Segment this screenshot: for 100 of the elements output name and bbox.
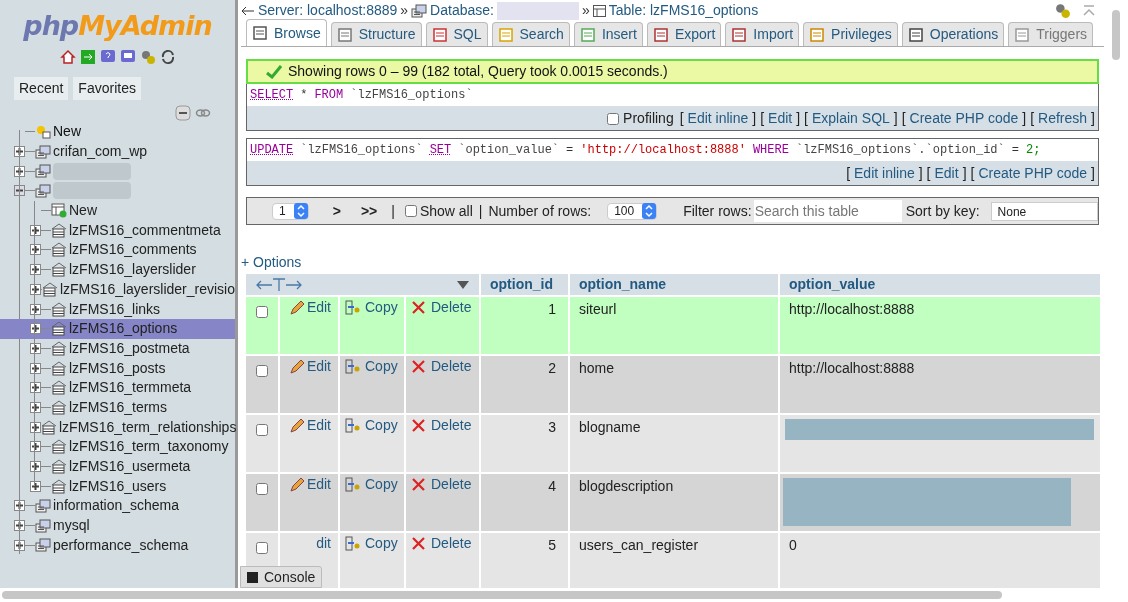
tree-item[interactable]: lzFMS16_term_relationships: [59, 416, 237, 438]
row-checkbox[interactable]: [256, 424, 268, 436]
expand-icon[interactable]: [30, 342, 41, 354]
tree-item[interactable]: lzFMS16_termmeta: [69, 377, 192, 399]
tree-item-highlight[interactable]: lzFMS16_options: [0, 318, 235, 339]
table-cell: blogdescription: [569, 473, 779, 532]
server-link[interactable]: Server: localhost:8889: [258, 0, 398, 21]
query-link[interactable]: Edit: [768, 108, 793, 129]
tree-item[interactable]: lzFMS16_options: [69, 318, 178, 340]
sql-token: `option_value`: [458, 142, 560, 159]
tab[interactable]: Structure: [330, 22, 422, 46]
row-checkbox[interactable]: [256, 365, 268, 377]
sql-keyword-link[interactable]: SELECT: [250, 86, 294, 104]
expand-icon[interactable]: [30, 382, 41, 394]
sidebar-tab[interactable]: Recent: [14, 77, 69, 100]
tab[interactable]: Browse: [246, 19, 327, 46]
expand-icon[interactable]: [14, 146, 25, 158]
expand-icon[interactable]: [30, 461, 41, 473]
reload-icon[interactable]: [159, 49, 176, 65]
sql-keyword-link[interactable]: SET: [429, 141, 452, 159]
tree-item[interactable]: lzFMS16_postmeta: [69, 337, 190, 359]
collapse-all-icon[interactable]: [175, 105, 191, 121]
collapse-icon[interactable]: [14, 185, 25, 197]
tree-item[interactable]: lzFMS16_terms: [69, 396, 168, 418]
expand-icon[interactable]: [14, 500, 25, 512]
tree-item[interactable]: lzFMS16_commentmeta: [69, 219, 221, 241]
tab[interactable]: Import: [725, 22, 800, 46]
expand-icon[interactable]: [30, 441, 41, 453]
tree-item[interactable]: lzFMS16_layerslider_revisio: [59, 278, 235, 300]
expand-icon[interactable]: [14, 165, 25, 177]
tree-item[interactable]: lzFMS16_posts: [69, 357, 166, 379]
tree-item[interactable]: lzFMS16_users: [69, 475, 167, 497]
expand-icon[interactable]: [30, 401, 41, 413]
next-page-button[interactable]: >: [332, 200, 341, 222]
query-link[interactable]: Create PHP code: [909, 108, 1019, 129]
tab[interactable]: Search: [491, 22, 570, 46]
expand-icon[interactable]: [30, 362, 41, 374]
query-link[interactable]: Create PHP code: [978, 163, 1088, 184]
resize-arrows-icon[interactable]: [256, 277, 302, 292]
options-link[interactable]: + Options: [241, 252, 1099, 273]
tree-item[interactable]: performance_schema: [53, 534, 189, 556]
filter-field[interactable]: Search this table: [753, 200, 902, 222]
expand-icon[interactable]: [14, 539, 25, 551]
row-checkbox[interactable]: [256, 306, 268, 318]
back-arrow-icon[interactable]: [241, 4, 255, 17]
tab[interactable]: Operations: [901, 22, 1005, 46]
home-icon[interactable]: [59, 49, 76, 65]
profiling-checkbox[interactable]: [607, 112, 620, 125]
query-link[interactable]: Edit inline: [687, 108, 749, 129]
page-select[interactable]: 1: [272, 202, 309, 220]
tab-icon: [1014, 26, 1031, 43]
tree-item[interactable]: crifan_com_wp: [53, 141, 148, 163]
last-page-button[interactable]: >>: [360, 200, 378, 222]
sidebar-tab[interactable]: Favorites: [73, 77, 141, 100]
expand-icon[interactable]: [14, 520, 25, 532]
expand-icon[interactable]: [30, 323, 41, 335]
table-link[interactable]: Table: lzFMS16_options: [608, 0, 759, 21]
database-link[interactable]: Database:: [430, 0, 494, 21]
tree-item[interactable]: lzFMS16_term_taxonomy: [69, 436, 229, 458]
help-icon[interactable]: [99, 49, 116, 65]
tab[interactable]: SQL: [425, 22, 488, 46]
tree-item[interactable]: mysql: [53, 515, 90, 537]
sql-keyword-link[interactable]: UPDATE: [250, 141, 294, 159]
tab[interactable]: Export: [646, 22, 722, 46]
query-link[interactable]: Refresh: [1038, 108, 1088, 129]
query-link[interactable]: Edit: [934, 163, 959, 184]
column-header[interactable]: option_id: [480, 273, 569, 296]
tree-item[interactable]: lzFMS16_links: [69, 298, 161, 320]
tab[interactable]: Insert: [573, 22, 643, 46]
column-header[interactable]: option_value: [779, 273, 1101, 296]
expand-icon[interactable]: [30, 264, 41, 276]
tree-item[interactable]: New: [69, 200, 97, 222]
tab-icon: [497, 26, 514, 43]
copy-icon: [345, 300, 360, 315]
expand-icon[interactable]: [30, 224, 41, 236]
console-button[interactable]: Console: [240, 566, 323, 588]
column-header[interactable]: option_name: [569, 273, 779, 296]
tree-item[interactable]: lzFMS16_layerslider: [69, 259, 196, 281]
tree-item[interactable]: lzFMS16_comments: [69, 239, 197, 261]
rows-select[interactable]: 100: [607, 202, 658, 220]
delete-icon: [412, 478, 425, 491]
tree-item[interactable]: lzFMS16_usermeta: [69, 456, 191, 478]
tree-item[interactable]: New: [53, 121, 81, 143]
tab[interactable]: Privileges: [803, 22, 898, 46]
console-icon: [247, 571, 258, 583]
sort-select[interactable]: None: [990, 201, 1098, 221]
tree-item[interactable]: information_schema: [53, 495, 180, 517]
query-link[interactable]: Edit inline: [854, 163, 915, 184]
expand-icon[interactable]: [30, 480, 41, 492]
expand-icon[interactable]: [30, 244, 41, 256]
expand-icon[interactable]: [30, 283, 41, 295]
expand-icon[interactable]: [30, 303, 41, 315]
expand-icon[interactable]: [30, 421, 41, 433]
show-all-checkbox[interactable]: [404, 205, 417, 217]
row-checkbox[interactable]: [256, 542, 268, 554]
exit-icon[interactable]: [79, 49, 96, 65]
row-checkbox[interactable]: [256, 483, 268, 495]
rows-label: Number of rows:: [488, 201, 592, 221]
dropdown-arrow-icon[interactable]: [457, 280, 469, 289]
query-link[interactable]: Explain SQL: [812, 108, 890, 129]
